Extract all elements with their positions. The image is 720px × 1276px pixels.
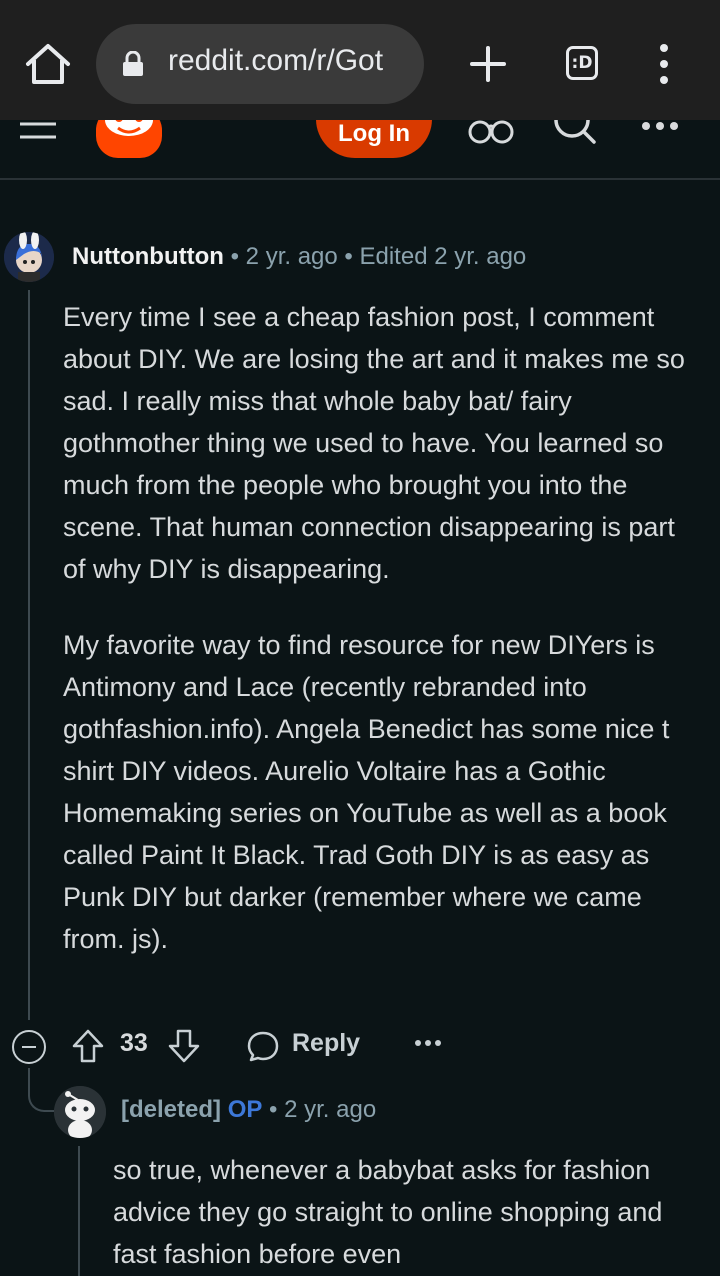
comment-actions: 33 Reply — [0, 1020, 720, 1070]
upvote-icon[interactable] — [72, 1028, 104, 1064]
collapse-icon[interactable] — [12, 1030, 46, 1064]
comment-author[interactable]: Nuttonbutton — [72, 243, 224, 270]
reply-paragraph: so true, whenever a babybat asks for fas… — [113, 1155, 663, 1269]
more-options-icon[interactable] — [414, 1038, 442, 1048]
reply-meta: [deleted] OP • 2 yr. ago — [121, 1096, 376, 1124]
browser-menu-icon[interactable] — [654, 42, 674, 86]
comment-meta: Nuttonbutton • 2 yr. ago • Edited 2 yr. … — [72, 243, 526, 271]
op-badge: OP — [227, 1096, 263, 1123]
avatar[interactable] — [4, 232, 54, 282]
address-bar[interactable]: reddit.com/r/Got — [96, 24, 424, 104]
comment-body: Every time I see a cheap fashion post, I… — [63, 296, 703, 994]
login-button[interactable]: Log In — [316, 120, 432, 158]
new-tab-icon[interactable] — [466, 42, 510, 86]
comment-paragraph: My favorite way to find resource for new… — [63, 630, 670, 954]
home-icon[interactable] — [22, 40, 74, 90]
thread-branch — [28, 1068, 56, 1112]
comment-age: 2 yr. ago — [245, 243, 338, 270]
avatar-image — [4, 232, 54, 282]
thread-line[interactable] — [28, 290, 30, 1020]
reddit-logo-icon[interactable] — [92, 120, 166, 160]
comment-paragraph: Every time I see a cheap fashion post, I… — [63, 302, 685, 584]
vote-score: 33 — [120, 1029, 148, 1057]
default-snoo-icon — [54, 1086, 106, 1138]
url-text[interactable]: reddit.com/r/Got — [168, 44, 383, 78]
reply-author: [deleted] — [121, 1096, 222, 1123]
thread-line[interactable] — [78, 1146, 80, 1276]
lock-icon — [123, 51, 143, 76]
reply-label: Reply — [292, 1029, 361, 1057]
meta-separator: • — [230, 243, 239, 270]
comment-edited: Edited 2 yr. ago — [359, 243, 527, 270]
reddit-header: Log In — [0, 120, 720, 180]
meta-separator: • — [269, 1096, 278, 1123]
comment-bubble-icon — [247, 1031, 279, 1062]
glasses-icon[interactable] — [468, 120, 514, 146]
hamburger-menu-icon[interactable] — [18, 120, 58, 142]
browser-toolbar: reddit.com/r/Got :D — [0, 0, 720, 121]
meta-separator: • — [344, 243, 353, 270]
downvote-icon[interactable] — [168, 1028, 200, 1064]
reply-age: 2 yr. ago — [284, 1096, 377, 1123]
more-options-icon[interactable] — [640, 120, 680, 132]
search-icon[interactable] — [552, 120, 598, 146]
reply-button[interactable]: Reply — [246, 1026, 366, 1066]
avatar — [54, 1086, 106, 1138]
tab-switcher-button[interactable]: :D — [566, 46, 598, 80]
reply-body: so true, whenever a babybat asks for fas… — [113, 1149, 703, 1275]
